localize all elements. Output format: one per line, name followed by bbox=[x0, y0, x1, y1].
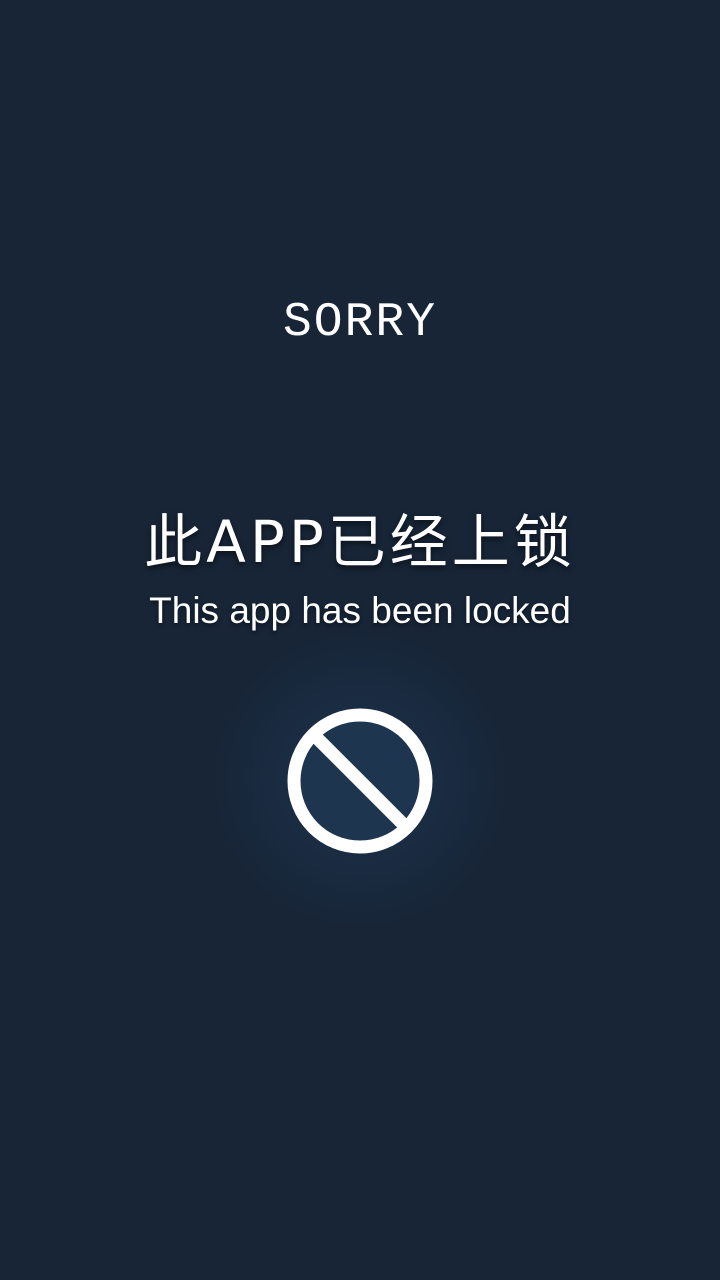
prohibited-icon bbox=[287, 708, 433, 854]
locked-title-chinese: 此APP已经上锁 bbox=[144, 508, 576, 576]
locked-app-screen: SORRY 此APP已经上锁 This app has been locked bbox=[0, 0, 720, 1280]
locked-title-english: This app has been locked bbox=[149, 590, 571, 631]
sorry-heading: SORRY bbox=[282, 296, 438, 350]
